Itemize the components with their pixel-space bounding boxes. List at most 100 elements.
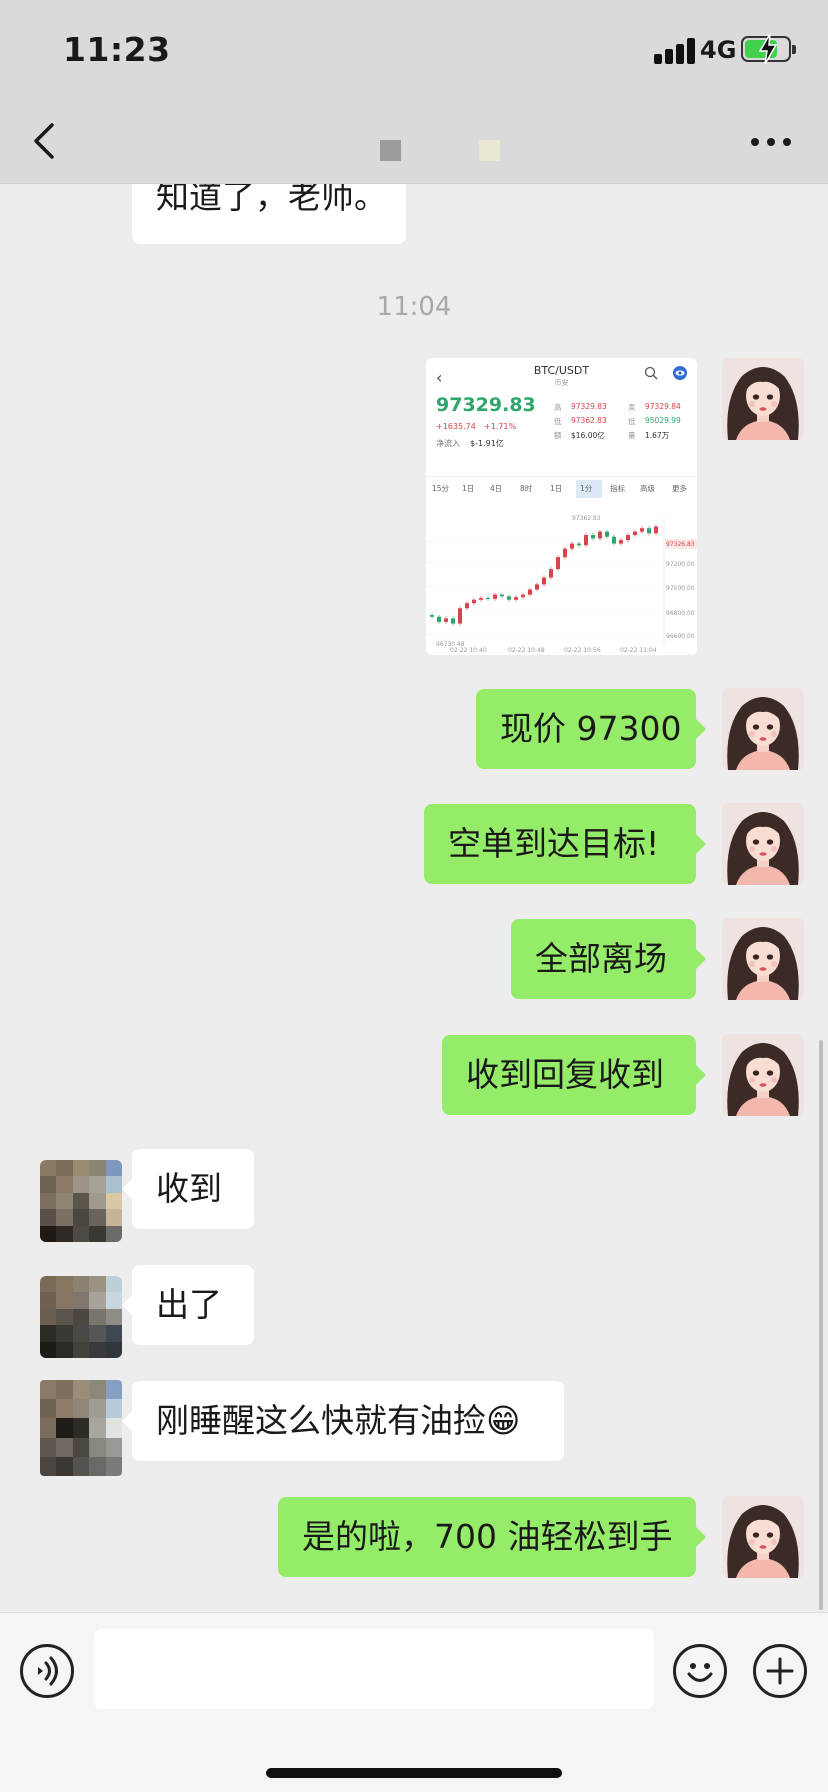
status-bar: 11:23 4G xyxy=(0,0,828,96)
voice-button[interactable] xyxy=(20,1644,74,1698)
message-bubble-outgoing[interactable]: 是的啦，700 油轻松到手 xyxy=(278,1497,706,1577)
message-bubble-incoming[interactable]: 知道了，老师。 xyxy=(132,184,406,244)
chart-tick: 97000.00 xyxy=(666,585,695,592)
stat-label: 卖 xyxy=(628,403,636,412)
candle-body xyxy=(430,615,434,617)
candle-body xyxy=(472,599,476,604)
stat-value: 97329.83 xyxy=(571,402,607,411)
chat-scrollbar[interactable] xyxy=(819,1040,823,1610)
candle-body xyxy=(542,577,546,585)
candle-body xyxy=(507,596,511,600)
screenshot-tab: 1日 xyxy=(550,484,563,493)
candle-body xyxy=(458,608,462,624)
stat-label: 低 xyxy=(628,417,636,426)
chart-date: 02-22 10:48 xyxy=(508,647,545,654)
emoji-button[interactable] xyxy=(673,1644,727,1698)
candle-body xyxy=(451,618,455,624)
candle-body xyxy=(521,594,525,598)
candle-body xyxy=(591,535,595,539)
screenshot-price: 97329.83 xyxy=(436,394,536,416)
voice-icon xyxy=(38,1656,58,1686)
candle-body xyxy=(486,598,490,600)
stat-value: $16.00亿 xyxy=(571,431,605,440)
stat-label: 额 xyxy=(554,431,562,440)
my-avatar[interactable] xyxy=(722,803,804,885)
screenshot-inflow-label: 净流入 xyxy=(436,439,460,448)
message-bubble-outgoing[interactable]: 现价 97300 xyxy=(476,689,706,769)
back-icon[interactable] xyxy=(26,120,66,162)
chart-tick: 97200.00 xyxy=(666,561,695,568)
message-bubble-incoming[interactable]: 收到 xyxy=(122,1149,254,1229)
message-bubble-outgoing[interactable]: 空单到达目标! xyxy=(424,804,706,884)
battery-icon xyxy=(741,33,796,65)
chat-header xyxy=(0,96,828,184)
candle-body xyxy=(556,557,560,570)
stat-label: 低 xyxy=(554,417,562,426)
my-avatar[interactable] xyxy=(722,358,804,440)
screenshot-tab: 15分 xyxy=(432,484,450,493)
chat-messages[interactable]: 知道了，老师。 11:04 ‹ BTC/USDT 币安 97329.83 +16… xyxy=(0,184,828,1612)
my-avatar[interactable] xyxy=(722,688,804,770)
candle-body xyxy=(570,543,574,549)
emoji-icon xyxy=(687,1663,713,1682)
plus-button[interactable] xyxy=(753,1644,807,1698)
screenshot-tab: 1分 xyxy=(580,484,593,493)
candle-body xyxy=(437,616,441,622)
screenshot-tab: 指标 xyxy=(610,484,625,493)
message-bubble-outgoing[interactable]: 收到回复收到 xyxy=(442,1035,706,1115)
my-avatar[interactable] xyxy=(722,918,804,1000)
chat-title-redacted xyxy=(479,140,500,161)
message-bubble-incoming[interactable]: 出了 xyxy=(122,1265,254,1345)
more-icon[interactable] xyxy=(750,136,792,148)
candle-body xyxy=(619,540,623,544)
signal-icon xyxy=(654,36,704,64)
candle-body xyxy=(493,594,497,599)
candle-body xyxy=(479,598,483,600)
candle-body xyxy=(500,594,504,597)
candle-body xyxy=(598,531,602,539)
message-input[interactable] xyxy=(94,1629,654,1709)
image-message[interactable]: ‹ BTC/USDT 币安 97329.83 +1635.74 +1.71% 净… xyxy=(426,358,697,655)
stat-value: 97329.84 xyxy=(645,402,681,411)
chat-title-redacted xyxy=(380,140,401,161)
stat-value: 97362.83 xyxy=(571,416,607,425)
plus-icon xyxy=(766,1657,794,1685)
my-avatar[interactable] xyxy=(722,1034,804,1116)
chart-peak-label: 97362.83 xyxy=(572,515,601,522)
candle-body xyxy=(465,603,469,609)
chart-tick: 96800.00 xyxy=(666,610,695,617)
screenshot-candlestick-chart: 97362.83 96730.48 97326.83 97200.00 9700… xyxy=(426,515,697,654)
status-time: 11:23 xyxy=(63,30,171,69)
candle-body xyxy=(514,597,518,600)
candle-body xyxy=(640,528,644,532)
candle-body xyxy=(577,543,581,546)
candle-body xyxy=(626,535,630,541)
screenshot-tab: 8时 xyxy=(520,484,533,493)
contact-avatar[interactable] xyxy=(40,1160,122,1242)
contact-avatar[interactable] xyxy=(40,1380,122,1476)
message-timestamp: 11:04 xyxy=(376,292,452,322)
candle-body xyxy=(584,535,588,546)
home-indicator[interactable] xyxy=(266,1768,562,1778)
candle-body xyxy=(528,589,532,595)
candle-body xyxy=(563,548,567,558)
screenshot-header: ‹ BTC/USDT 币安 xyxy=(426,358,697,394)
message-bubble-outgoing[interactable]: 全部离场 xyxy=(511,919,706,999)
contact-avatar[interactable] xyxy=(40,1276,122,1358)
candle-body xyxy=(647,528,651,534)
candle-body xyxy=(549,569,553,578)
chart-tick: 97326.83 xyxy=(666,541,695,548)
my-avatar[interactable] xyxy=(722,1496,804,1578)
screenshot-tab: 1日 xyxy=(462,484,475,493)
stat-label: 高 xyxy=(554,403,562,412)
stat-value: 95029.99 xyxy=(645,416,681,425)
chart-tick: 96600.00 xyxy=(666,633,695,640)
screenshot-inflow-value: $-1.91亿 xyxy=(470,439,504,448)
screenshot-eye-icon xyxy=(673,366,687,380)
stat-value: 1.67万 xyxy=(645,431,670,440)
screenshot-tab: 更多 xyxy=(672,484,687,493)
screenshot-tab: 4日 xyxy=(490,484,503,493)
chart-date: 02-22 11:04 xyxy=(620,647,657,654)
chart-date: 02-22 10:56 xyxy=(564,647,601,654)
message-bubble-incoming[interactable]: 刚睡醒这么快就有油捡😁 xyxy=(122,1381,564,1461)
